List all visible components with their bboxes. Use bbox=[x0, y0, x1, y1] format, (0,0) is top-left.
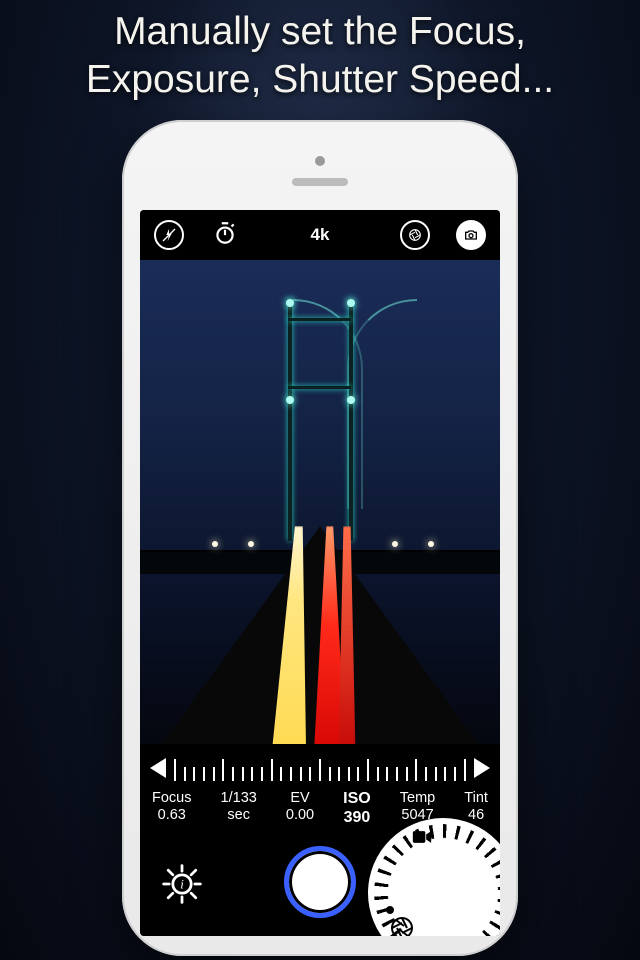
camera-bottom-controls: Focus0.631/133secEV0.00ISO390Temp5047Tin… bbox=[140, 744, 500, 936]
phone-frame: 4k bbox=[122, 120, 518, 956]
param-iso[interactable]: ISO390 bbox=[343, 790, 371, 828]
camera-top-bar: 4k bbox=[140, 210, 500, 260]
scene-lamp bbox=[392, 541, 398, 547]
param-label: Focus bbox=[152, 790, 192, 807]
video-icon bbox=[412, 830, 432, 844]
scene-lamp bbox=[212, 541, 218, 547]
timer-icon bbox=[212, 220, 238, 251]
phone-sensor bbox=[315, 156, 325, 166]
value-slider[interactable] bbox=[150, 750, 490, 786]
camera-viewfinder[interactable] bbox=[140, 260, 500, 744]
param-label: EV bbox=[286, 790, 314, 807]
scene-lamp bbox=[428, 541, 434, 547]
svg-text:i: i bbox=[180, 877, 184, 891]
aperture-icon bbox=[390, 916, 414, 936]
flash-toggle[interactable] bbox=[152, 218, 186, 252]
scene-bridge-beam bbox=[288, 386, 351, 389]
param-focus[interactable]: Focus0.63 bbox=[152, 790, 192, 828]
promo-headline: Manually set the Focus, Exposure, Shutte… bbox=[0, 8, 640, 103]
shutter-button[interactable] bbox=[284, 846, 356, 918]
aperture-icon bbox=[400, 220, 430, 250]
param-label: 1/133 bbox=[221, 790, 257, 807]
scene-bridge-beam bbox=[288, 318, 351, 321]
slider-decrease[interactable] bbox=[150, 758, 166, 778]
aperture-button[interactable] bbox=[398, 218, 432, 252]
promo-stage: Manually set the Focus, Exposure, Shutte… bbox=[0, 0, 640, 960]
param-1133[interactable]: 1/133sec bbox=[221, 790, 257, 828]
resolution-button[interactable]: 4k bbox=[311, 225, 330, 245]
param-ev[interactable]: EV0.00 bbox=[286, 790, 314, 828]
flash-off-icon bbox=[154, 220, 184, 250]
param-label: ISO bbox=[343, 790, 371, 809]
param-label: Temp bbox=[400, 790, 435, 807]
slider-increase[interactable] bbox=[474, 758, 490, 778]
param-value: 0.00 bbox=[286, 807, 314, 824]
mode-dial[interactable] bbox=[368, 818, 500, 936]
scene-bridge-tower bbox=[288, 299, 292, 541]
phone-speaker bbox=[292, 178, 348, 186]
scene-bridge-cable bbox=[347, 299, 417, 509]
mode-dial-indicator bbox=[386, 906, 394, 914]
param-value: sec bbox=[221, 807, 257, 824]
param-value: 0.63 bbox=[152, 807, 192, 824]
param-label: Tint bbox=[464, 790, 488, 807]
timer-button[interactable] bbox=[208, 218, 242, 252]
switch-camera-button[interactable] bbox=[454, 218, 488, 252]
settings-button[interactable]: i bbox=[160, 862, 204, 906]
app-screen: 4k bbox=[140, 210, 500, 936]
camera-switch-icon bbox=[456, 220, 486, 250]
scene-bridge-tower bbox=[349, 299, 353, 541]
scene-lamp bbox=[248, 541, 254, 547]
slider-ticks[interactable] bbox=[174, 755, 466, 781]
param-value: 390 bbox=[343, 809, 371, 828]
